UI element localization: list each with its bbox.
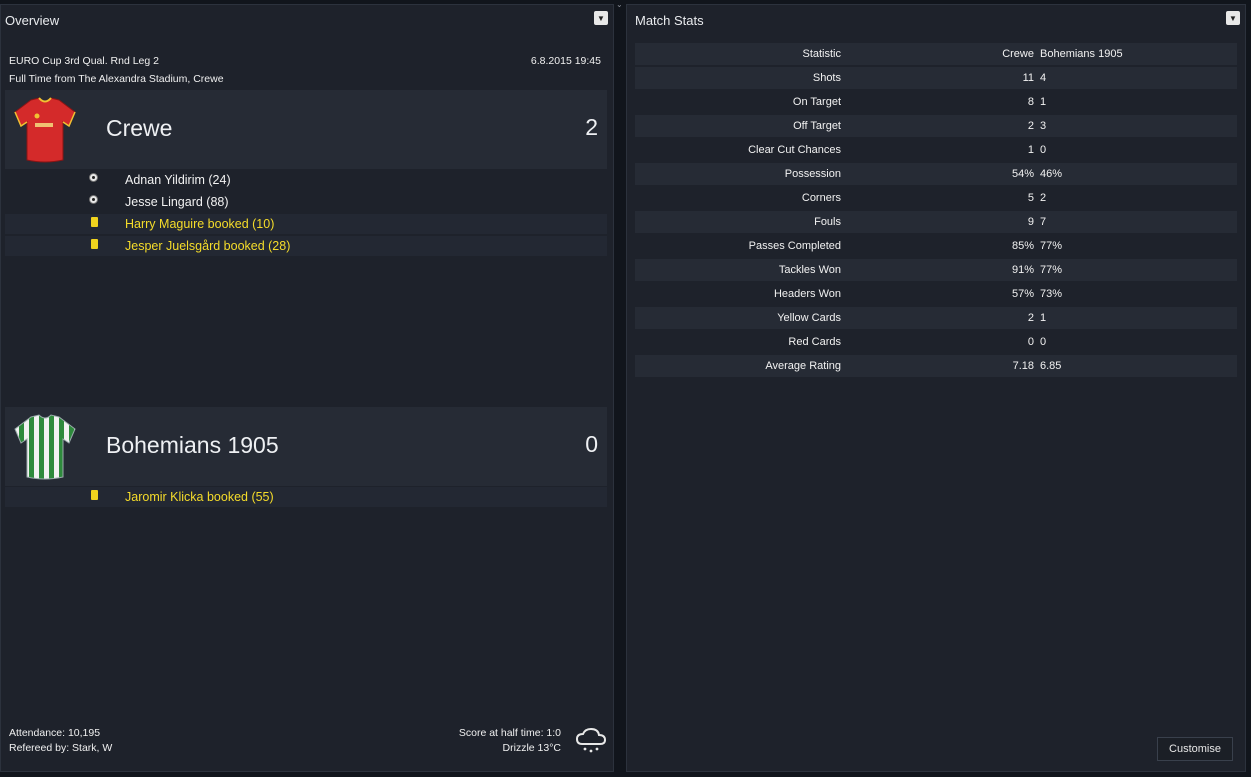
away-team-name[interactable]: Bohemians 1905 xyxy=(106,432,279,459)
referee-text[interactable]: Refereed by: Stark, W xyxy=(9,742,112,754)
stat-away-value: 77% xyxy=(1040,240,1063,252)
stat-row: Clear Cut Chances 1 0 xyxy=(635,139,1237,161)
match-stats-panel: Match Stats ▼ Statistic Crewe Bohemians … xyxy=(626,4,1246,772)
event-text[interactable]: Jaromir Klicka booked (55) xyxy=(125,490,274,504)
stat-away-value: 1 xyxy=(1040,312,1047,324)
stat-away-value: 1 xyxy=(1040,96,1047,108)
stat-away-value: 0 xyxy=(1040,144,1047,156)
weather-label: Drizzle 13°C xyxy=(502,742,561,754)
stat-row: Yellow Cards 2 1 xyxy=(635,307,1237,329)
stat-home-value: 91% xyxy=(1011,264,1034,276)
stat-row: Passes Completed 85% 77% xyxy=(635,235,1237,257)
stat-row: Possession 54% 46% xyxy=(635,163,1237,185)
referee-label: Refereed by: Stark, W xyxy=(9,742,112,754)
stat-away-value: 46% xyxy=(1040,168,1063,180)
stat-home-value: 54% xyxy=(1011,168,1034,180)
stat-home-value: 9 xyxy=(1027,216,1034,228)
customise-button[interactable]: Customise xyxy=(1157,737,1233,761)
stat-away-value: 4 xyxy=(1040,72,1047,84)
halftime-score: Score at half time: 1:0 xyxy=(458,727,561,739)
match-stats-title: Match Stats xyxy=(635,13,704,28)
stat-row: Corners 5 2 xyxy=(635,187,1237,209)
stat-label: Off Target xyxy=(793,120,841,132)
stat-row: Off Target 2 3 xyxy=(635,115,1237,137)
stat-away-value: 3 xyxy=(1040,120,1047,132)
match-datetime: 6.8.2015 19:45 xyxy=(530,55,601,67)
away-kit-shirt-icon xyxy=(14,414,76,480)
stat-row: Tackles Won 91% 77% xyxy=(635,259,1237,281)
stat-home-value: 5 xyxy=(1027,192,1034,204)
stat-row: Shots 11 4 xyxy=(635,67,1237,89)
stat-away-value: 0 xyxy=(1040,336,1047,348)
stat-row: Headers Won 57% 73% xyxy=(635,283,1237,305)
overview-menu-dropdown-icon[interactable]: ▼ xyxy=(594,11,608,25)
stat-label: Tackles Won xyxy=(778,264,841,276)
goal-ball-icon xyxy=(89,173,98,182)
stat-label: Possession xyxy=(784,168,841,180)
match-event-row: Jesse Lingard (88) xyxy=(5,192,607,212)
stat-label: Headers Won xyxy=(773,288,841,300)
away-team-header[interactable]: Bohemians 1905 0 xyxy=(5,407,607,486)
stat-home-value: 8 xyxy=(1027,96,1034,108)
rain-cloud-icon xyxy=(575,727,607,753)
stat-label: Yellow Cards xyxy=(777,312,841,324)
stat-label: Passes Completed xyxy=(748,240,841,252)
stat-row: On Target 8 1 xyxy=(635,91,1237,113)
event-text[interactable]: Harry Maguire booked (10) xyxy=(125,217,274,231)
away-column-header[interactable]: Bohemians 1905 xyxy=(1040,48,1123,60)
stat-home-value: 7.18 xyxy=(1012,360,1034,372)
stats-header-row: Statistic Crewe Bohemians 1905 xyxy=(635,43,1237,65)
away-team-score: 0 xyxy=(585,431,598,457)
stat-away-value: 2 xyxy=(1040,192,1047,204)
match-event-row: Harry Maguire booked (10) xyxy=(5,214,607,234)
stat-home-value: 85% xyxy=(1011,240,1034,252)
home-team-score: 2 xyxy=(585,114,598,140)
stat-label: On Target xyxy=(792,96,841,108)
goal-ball-icon xyxy=(89,195,98,204)
stat-away-value: 6.85 xyxy=(1040,360,1062,372)
stat-away-value: 7 xyxy=(1040,216,1047,228)
stat-home-value: 2 xyxy=(1027,312,1034,324)
match-stats-menu-dropdown-icon[interactable]: ▼ xyxy=(1226,11,1240,25)
yellow-card-icon xyxy=(91,490,98,500)
stat-away-value: 73% xyxy=(1040,288,1063,300)
stat-column-header[interactable]: Statistic xyxy=(802,48,841,60)
overview-title: Overview xyxy=(5,13,60,28)
event-text[interactable]: Adnan Yildirim (24) xyxy=(125,173,231,187)
event-text[interactable]: Jesse Lingard (88) xyxy=(125,195,229,209)
stat-label: Red Cards xyxy=(788,336,841,348)
home-kit-shirt-icon xyxy=(14,97,76,163)
stat-row: Red Cards 0 0 xyxy=(635,331,1237,353)
splitter-chevron-icon[interactable]: ⌄ xyxy=(616,0,623,9)
attendance-label: Attendance: 10,195 xyxy=(9,727,101,739)
match-event-row: Jaromir Klicka booked (55) xyxy=(5,487,607,507)
home-column-header[interactable]: Crewe xyxy=(1002,48,1034,60)
event-text[interactable]: Jesper Juelsgård booked (28) xyxy=(125,239,290,253)
venue-label: Full Time from The Alexandra Stadium, Cr… xyxy=(9,73,224,85)
stat-home-value: 11 xyxy=(1022,72,1034,84)
yellow-card-icon xyxy=(91,239,98,249)
stat-home-value: 0 xyxy=(1027,336,1034,348)
overview-panel: Overview ▼ EURO Cup 3rd Qual. Rnd Leg 2 … xyxy=(0,4,614,772)
match-event-row: Adnan Yildirim (24) xyxy=(5,170,607,190)
stat-home-value: 57% xyxy=(1011,288,1034,300)
stat-away-value: 77% xyxy=(1040,264,1063,276)
competition-label: EURO Cup 3rd Qual. Rnd Leg 2 xyxy=(9,55,159,67)
stat-label: Clear Cut Chances xyxy=(748,144,841,156)
match-event-row: Jesper Juelsgård booked (28) xyxy=(5,236,607,256)
home-team-header[interactable]: Crewe 2 xyxy=(5,90,607,169)
stat-row: Average Rating 7.18 6.85 xyxy=(635,355,1237,377)
stat-label: Corners xyxy=(801,192,841,204)
stat-label: Shots xyxy=(812,72,841,84)
stat-home-value: 1 xyxy=(1027,144,1034,156)
stat-home-value: 2 xyxy=(1027,120,1034,132)
stat-row: Fouls 9 7 xyxy=(635,211,1237,233)
home-team-name[interactable]: Crewe xyxy=(106,115,172,142)
yellow-card-icon xyxy=(91,217,98,227)
stat-label: Fouls xyxy=(814,216,841,228)
stat-label: Average Rating xyxy=(765,360,841,372)
